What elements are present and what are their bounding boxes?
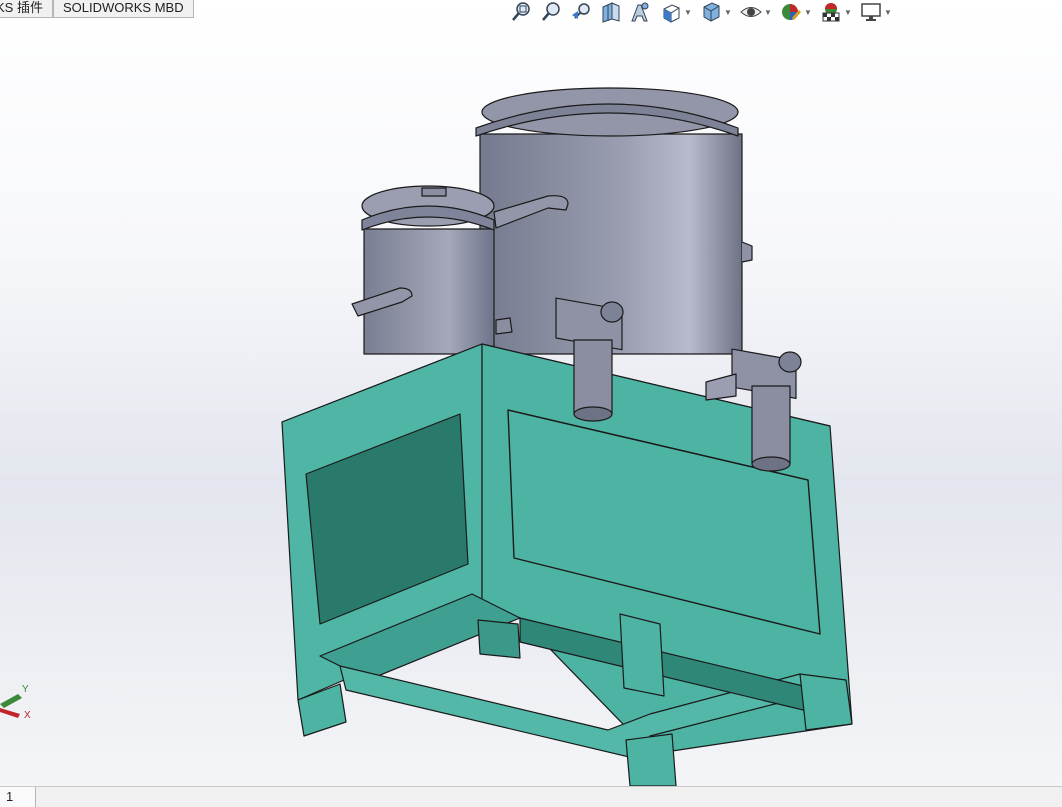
triad-axes-icon [0,694,22,718]
view-orientation-button[interactable] [658,0,684,24]
status-bar: 1 [0,786,1062,807]
machine-model[interactable] [281,87,853,786]
section-view-button[interactable] [598,0,624,24]
display-style-button[interactable] [698,0,724,24]
edit-appearance-dropdown[interactable]: ▼ [804,0,812,24]
dynamic-annotation-icon [631,2,649,22]
hide-show-items-dropdown[interactable]: ▼ [764,0,772,24]
tab-solidworks-mbd[interactable]: SOLIDWORKS MBD [52,0,194,18]
edit-appearance-button[interactable] [778,0,804,24]
dynamic-annotation-button[interactable] [628,0,654,24]
tab-ks-plugin[interactable]: KS 插件 [0,0,53,18]
frame-leg-right [799,673,853,731]
reference-triad: Y X [0,684,40,726]
section-view-icon [602,2,620,23]
apply-scene-icon [822,3,840,22]
hide-show-items-button[interactable] [738,0,764,24]
previous-view-button[interactable] [568,0,594,24]
edit-appearance-icon [782,4,802,20]
triad-y-label: Y [22,684,29,695]
apply-scene-button[interactable] [818,0,844,24]
view-orientation-icon [663,4,680,23]
model-viewport[interactable] [0,24,1062,786]
view-orientation-dropdown[interactable]: ▼ [684,0,692,24]
view-settings-icon [861,3,881,21]
hide-show-items-icon [740,7,762,17]
small-tank[interactable] [361,185,495,355]
triad-x-label: X [24,710,31,721]
view-settings-dropdown[interactable]: ▼ [884,0,892,24]
zoom-to-fit-icon [512,2,530,21]
frame-leg-middle [619,613,665,697]
zoom-to-area-icon [542,2,560,21]
previous-view-icon [572,3,590,19]
display-style-icon [703,2,720,22]
view-settings-button[interactable] [858,0,884,24]
sheet-tab[interactable]: 1 [0,787,36,807]
apply-scene-dropdown[interactable]: ▼ [844,0,852,24]
frame-leg-front [625,733,677,786]
heads-up-view-toolbar: ▼ ▼ ▼ ▼ ▼ ▼ [508,0,894,24]
zoom-to-fit-button[interactable] [508,0,534,24]
display-style-dropdown[interactable]: ▼ [724,0,732,24]
command-tabs: KS 插件 SOLIDWORKS MBD [0,0,194,19]
zoom-to-area-button[interactable] [538,0,564,24]
